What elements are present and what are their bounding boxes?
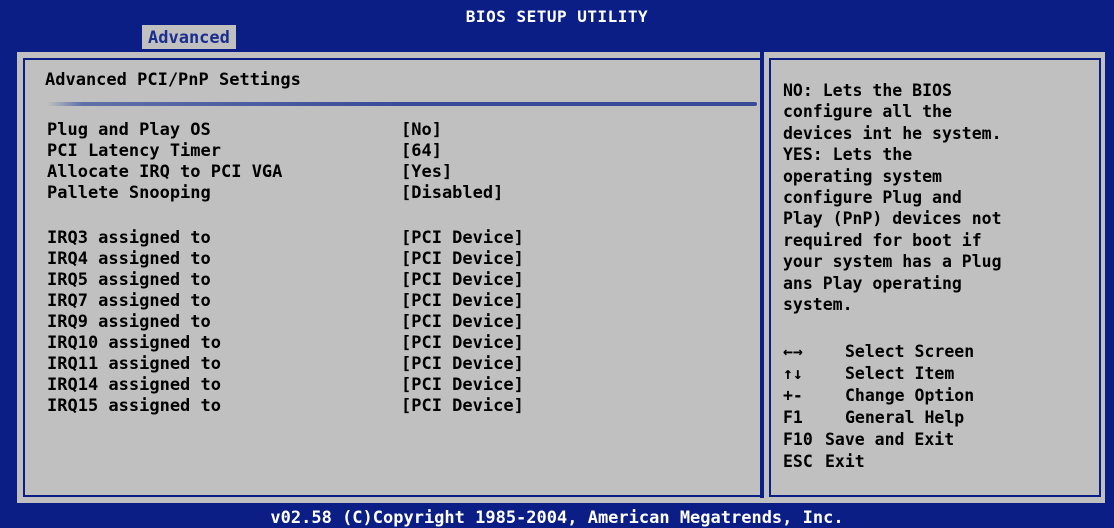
setting-label: IRQ5 assigned to [47, 270, 211, 290]
setting-label: IRQ14 assigned to [47, 375, 221, 395]
key-description: General Help [845, 408, 965, 427]
section-divider [47, 102, 757, 106]
setting-value[interactable]: [PCI Device] [401, 291, 524, 312]
setting-value[interactable]: [PCI Device] [401, 375, 524, 396]
copyright-footer: v02.58 (C)Copyright 1985-2004, American … [270, 508, 844, 528]
setting-label: PCI Latency Timer [47, 141, 221, 161]
setting-label: IRQ15 assigned to [47, 396, 221, 416]
setting-value[interactable]: [PCI Device] [401, 270, 524, 291]
key-description: Select Item [845, 364, 955, 383]
setting-label: IRQ11 assigned to [47, 354, 221, 374]
key-label: F1 [783, 408, 803, 427]
setting-value[interactable]: [PCI Device] [401, 249, 524, 270]
tab-advanced[interactable]: Advanced [142, 25, 236, 49]
setting-label: IRQ4 assigned to [47, 249, 211, 269]
setting-value[interactable]: [No] [401, 120, 442, 141]
key-label: +- [783, 386, 803, 405]
key-description: Change Option [845, 386, 975, 405]
setting-label: Pallete Snooping [47, 183, 211, 203]
setting-value[interactable]: [64] [401, 141, 442, 162]
key-description: Save and Exit [825, 430, 955, 449]
setting-value[interactable]: [PCI Device] [401, 333, 524, 354]
setting-label: Allocate IRQ to PCI VGA [47, 162, 283, 182]
setting-value[interactable]: [Yes] [401, 162, 452, 183]
main-frame: Advanced PCI/PnP Settings Plug and Play … [14, 45, 1108, 506]
setting-value[interactable]: [PCI Device] [401, 228, 524, 249]
arrows-left-right-icon: ←→ [783, 342, 803, 361]
setting-value[interactable]: [PCI Device] [401, 354, 524, 375]
arrows-up-down-icon: ↑↓ [783, 364, 803, 383]
setting-value[interactable]: [Disabled] [401, 183, 503, 204]
key-description: Select Screen [845, 342, 975, 361]
section-title: Advanced PCI/PnP Settings [45, 70, 301, 90]
key-description: Exit [825, 452, 865, 471]
panel-divider [760, 45, 764, 498]
help-text: NO: Lets the BIOS configure all the devi… [783, 81, 1002, 315]
setting-label: Plug and Play OS [47, 120, 211, 140]
setting-label: IRQ3 assigned to [47, 228, 211, 248]
setting-label: IRQ9 assigned to [47, 312, 211, 332]
setting-label: IRQ7 assigned to [47, 291, 211, 311]
setting-value[interactable]: [PCI Device] [401, 396, 524, 417]
help-panel: NO: Lets the BIOS configure all the devi… [769, 58, 1101, 497]
setting-value[interactable]: [PCI Device] [401, 312, 524, 333]
setting-label: IRQ10 assigned to [47, 333, 221, 353]
bios-title: BIOS SETUP UTILITY [465, 7, 649, 26]
settings-panel: Advanced PCI/PnP Settings Plug and Play … [23, 58, 763, 497]
